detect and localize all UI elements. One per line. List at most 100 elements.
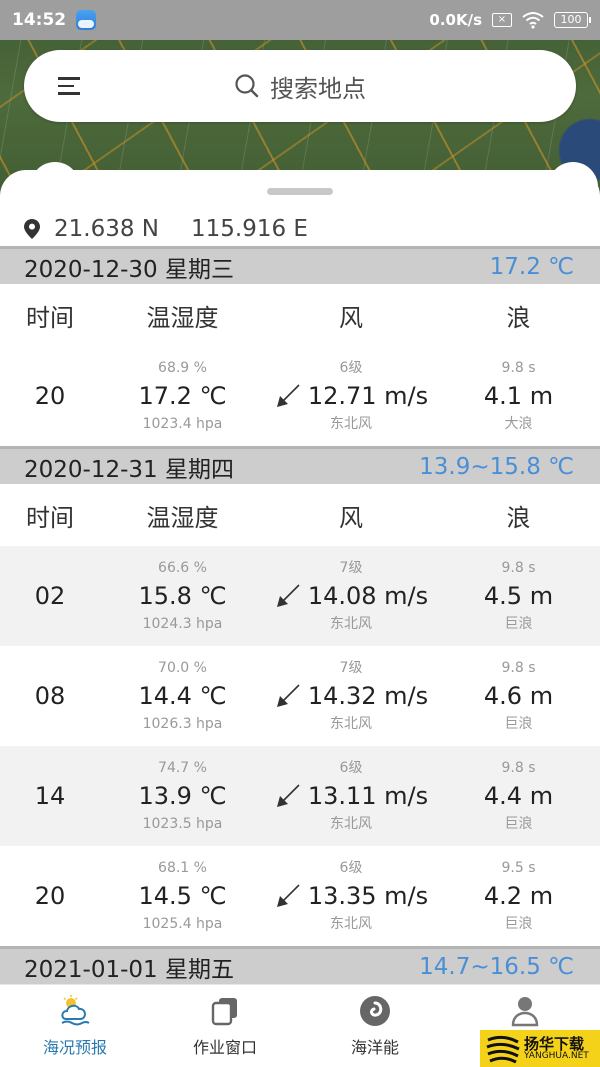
wave-height: 4.2 m	[483, 882, 554, 910]
row-time: 08	[34, 682, 66, 710]
tab-work-window[interactable]: 作业窗口	[150, 985, 300, 1067]
temperature: 13.9 ℃	[138, 782, 227, 810]
col-time: 时间	[26, 503, 74, 532]
no-sim-icon: ×	[492, 13, 512, 27]
longitude: 115.916 E	[191, 216, 308, 242]
wave-description: 巨浪	[504, 616, 533, 632]
row-time: 20	[34, 882, 66, 910]
wave-description: 巨浪	[504, 816, 533, 832]
col-wave: 浪	[506, 303, 531, 332]
day-temp-range: 14.7~16.5 ℃	[419, 953, 574, 980]
day-temp-range: 13.9~15.8 ℃	[419, 453, 574, 480]
search-bar[interactable]: 搜索地点	[24, 50, 576, 122]
spiral-icon	[360, 996, 390, 1026]
wave-description: 巨浪	[504, 716, 533, 732]
forecast-row[interactable]: 20 68.1 % 14.5 ℃ 1025.4 hpa 6级 13.35 m/s 东北风 9.…	[0, 846, 600, 946]
yanghua-logo-icon	[486, 1035, 520, 1063]
forecast-row[interactable]: 02 66.6 % 15.8 ℃ 1024.3 hpa 7级 14.08 m/s 东北风 9.…	[0, 546, 600, 646]
forecast-row[interactable]: 20 68.9 % 17.2 ℃ 1023.4 hpa 6级 12.71 m/s 东北风 9.…	[0, 346, 600, 446]
temperature: 15.8 ℃	[138, 582, 227, 610]
row-time: 14	[34, 782, 66, 810]
wind-level: 7级	[339, 560, 363, 576]
wave-height: 4.5 m	[483, 582, 554, 610]
forecast-list[interactable]: 2020-12-30 星期三 17.2 ℃ 时间 温湿度风浪 20 68.9 % 17.2 …	[0, 246, 600, 984]
pressure: 1024.3 hpa	[142, 616, 223, 632]
pressure: 1023.4 hpa	[142, 416, 223, 432]
wave-period: 9.5 s	[501, 860, 536, 876]
wind-level: 6级	[339, 760, 363, 776]
wave-period: 9.8 s	[501, 760, 536, 776]
day-temp-range: 17.2 ℃	[489, 253, 574, 280]
windows-stack-icon	[211, 998, 237, 1026]
humidity: 74.7 %	[158, 760, 207, 776]
search-icon	[235, 74, 259, 98]
weather-app-icon	[76, 10, 97, 30]
wind-speed: 13.11 m/s	[307, 782, 429, 810]
wind-speed: 14.08 m/s	[307, 582, 429, 610]
wind-speed: 13.35 m/s	[307, 882, 429, 910]
wind-speed: 14.32 m/s	[307, 682, 429, 710]
wave-description: 大浪	[504, 416, 533, 432]
col-wave: 浪	[506, 503, 531, 532]
forecast-row[interactable]: 08 70.0 % 14.4 ℃ 1026.3 hpa 7级 14.32 m/s 东北风 9.…	[0, 646, 600, 746]
wind-direction-arrow-icon	[276, 584, 300, 607]
wind-direction-arrow-icon	[276, 884, 300, 907]
pressure: 1026.3 hpa	[142, 716, 223, 732]
row-time: 20	[34, 382, 66, 410]
user-icon	[511, 997, 539, 1027]
col-wind: 风	[339, 303, 363, 332]
pressure: 1023.5 hpa	[142, 816, 223, 832]
day-header: 2020-12-30 星期三 17.2 ℃	[0, 246, 600, 284]
latitude: 21.638 N	[54, 216, 159, 242]
column-headers: 时间 温湿度 风 浪	[0, 284, 600, 346]
col-temp-humidity: 温湿度	[146, 303, 219, 332]
temperature: 17.2 ℃	[138, 382, 227, 410]
forecast-row[interactable]: 14 74.7 % 13.9 ℃ 1023.5 hpa 6级 13.11 m/s 东北风 9.…	[0, 746, 600, 846]
forecast-sheet: 21.638 N 115.916 E 2020-12-30 星期三 17.2 ℃ 时…	[0, 162, 600, 984]
day-date: 2020-12-31 星期四	[24, 456, 234, 483]
status-bar: 14:52 0.0K/s × 100	[0, 0, 600, 40]
search-placeholder: 搜索地点	[270, 74, 366, 103]
wind-direction: 东北风	[330, 716, 372, 732]
search-input[interactable]: 搜索地点	[234, 69, 366, 104]
temperature: 14.5 ℃	[138, 882, 227, 910]
wind-level: 6级	[339, 860, 363, 876]
pressure: 1025.4 hpa	[142, 916, 223, 932]
day-date: 2020-12-30 星期三	[24, 256, 234, 283]
tab-sea-forecast[interactable]: 海况预报	[0, 985, 150, 1067]
watermark-logo: 扬华下载 YANGHUA.NET	[480, 1030, 600, 1067]
day-date: 2021-01-01 星期五	[24, 956, 234, 983]
watermark-en: YANGHUA.NET	[524, 1050, 589, 1061]
col-temp-humidity: 温湿度	[146, 503, 219, 532]
tab-label: 海况预报	[42, 1038, 107, 1057]
tab-label: 作业窗口	[192, 1038, 257, 1057]
humidity: 68.1 %	[158, 860, 207, 876]
wave-height: 4.6 m	[483, 682, 554, 710]
weather-cloud-icon	[61, 995, 90, 1026]
wind-direction: 东北风	[330, 916, 372, 932]
battery-icon: 100	[554, 12, 591, 28]
col-wind: 风	[339, 503, 363, 532]
tab-ocean-energy[interactable]: 海洋能	[300, 985, 450, 1067]
row-time: 02	[34, 582, 66, 610]
column-headers: 时间 温湿度 风 浪	[0, 484, 600, 546]
wind-direction: 东北风	[330, 616, 372, 632]
day-header: 2020-12-31 星期四 13.9~15.8 ℃	[0, 446, 600, 484]
wave-height: 4.4 m	[483, 782, 554, 810]
wave-period: 9.8 s	[501, 660, 536, 676]
wind-direction-arrow-icon	[276, 784, 300, 807]
watermark-cn: 扬华下载	[524, 1034, 585, 1053]
wind-direction-arrow-icon	[276, 684, 300, 707]
location-coords: 21.638 N 115.916 E	[24, 216, 308, 242]
wind-direction: 东北风	[330, 816, 372, 832]
wave-description: 巨浪	[504, 916, 533, 932]
humidity: 68.9 %	[158, 360, 207, 376]
wave-period: 9.8 s	[501, 560, 536, 576]
temperature: 14.4 ℃	[138, 682, 227, 710]
location-pin-icon	[24, 219, 40, 239]
humidity: 70.0 %	[158, 660, 207, 676]
menu-icon[interactable]	[58, 77, 80, 95]
day-header: 2021-01-01 星期五 14.7~16.5 ℃	[0, 946, 600, 984]
status-time: 14:52	[12, 10, 67, 30]
drag-handle[interactable]	[267, 188, 333, 195]
